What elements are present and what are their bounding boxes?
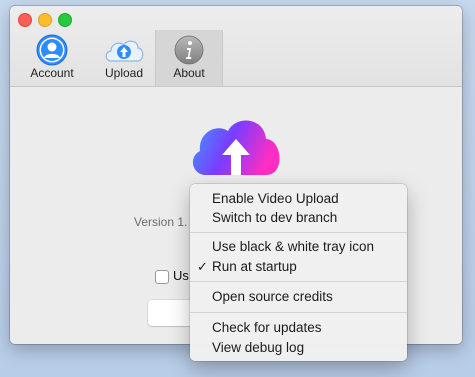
version-text: Version 1. <box>134 215 188 229</box>
info-icon <box>173 34 205 69</box>
checkmark-icon: ✓ <box>197 259 208 274</box>
tab-about-label: About <box>173 66 205 80</box>
launch-checkbox[interactable] <box>155 270 169 284</box>
upload-icon <box>102 34 146 69</box>
menu-item-enable-video-upload[interactable]: Enable Video Upload <box>190 189 407 209</box>
menu-item-view-debug-log[interactable]: View debug log <box>190 338 407 358</box>
menu-item-label: Run at startup <box>212 259 297 274</box>
tab-upload[interactable]: Upload <box>94 30 154 86</box>
tab-upload-label: Upload <box>104 66 144 80</box>
menu-item-label: Use black & white tray icon <box>212 239 375 254</box>
tab-account-label: Account <box>30 66 74 80</box>
menu-item-check-updates[interactable]: Check for updates <box>190 318 407 338</box>
menu-item-switch-dev-branch[interactable]: Switch to dev branch <box>190 208 407 228</box>
menu-separator <box>190 281 407 282</box>
minimize-window-button[interactable] <box>38 13 52 27</box>
context-menu: Enable Video Upload Switch to dev branch… <box>190 184 407 361</box>
close-window-button[interactable] <box>18 13 32 27</box>
menu-separator <box>190 312 407 313</box>
menu-item-label: Switch to dev branch <box>212 210 338 225</box>
toolbar: Account Upload About <box>10 6 462 87</box>
maximize-window-button[interactable] <box>58 13 72 27</box>
tab-account[interactable]: Account <box>22 30 82 86</box>
menu-item-run-at-startup[interactable]: ✓ Run at startup <box>190 257 407 277</box>
tab-about[interactable]: About <box>155 30 223 86</box>
menu-separator <box>190 232 407 233</box>
launch-checkbox-label: Us <box>173 268 189 283</box>
account-icon <box>36 34 68 69</box>
menu-item-label: View debug log <box>212 340 305 355</box>
menu-item-label: Enable Video Upload <box>212 191 339 206</box>
menu-item-open-source-credits[interactable]: Open source credits <box>190 287 407 307</box>
menu-item-label: Open source credits <box>212 289 333 304</box>
menu-item-label: Check for updates <box>212 320 322 335</box>
app-logo-cloud-icon <box>186 109 286 184</box>
menu-item-bw-tray-icon[interactable]: Use black & white tray icon <box>190 237 407 257</box>
